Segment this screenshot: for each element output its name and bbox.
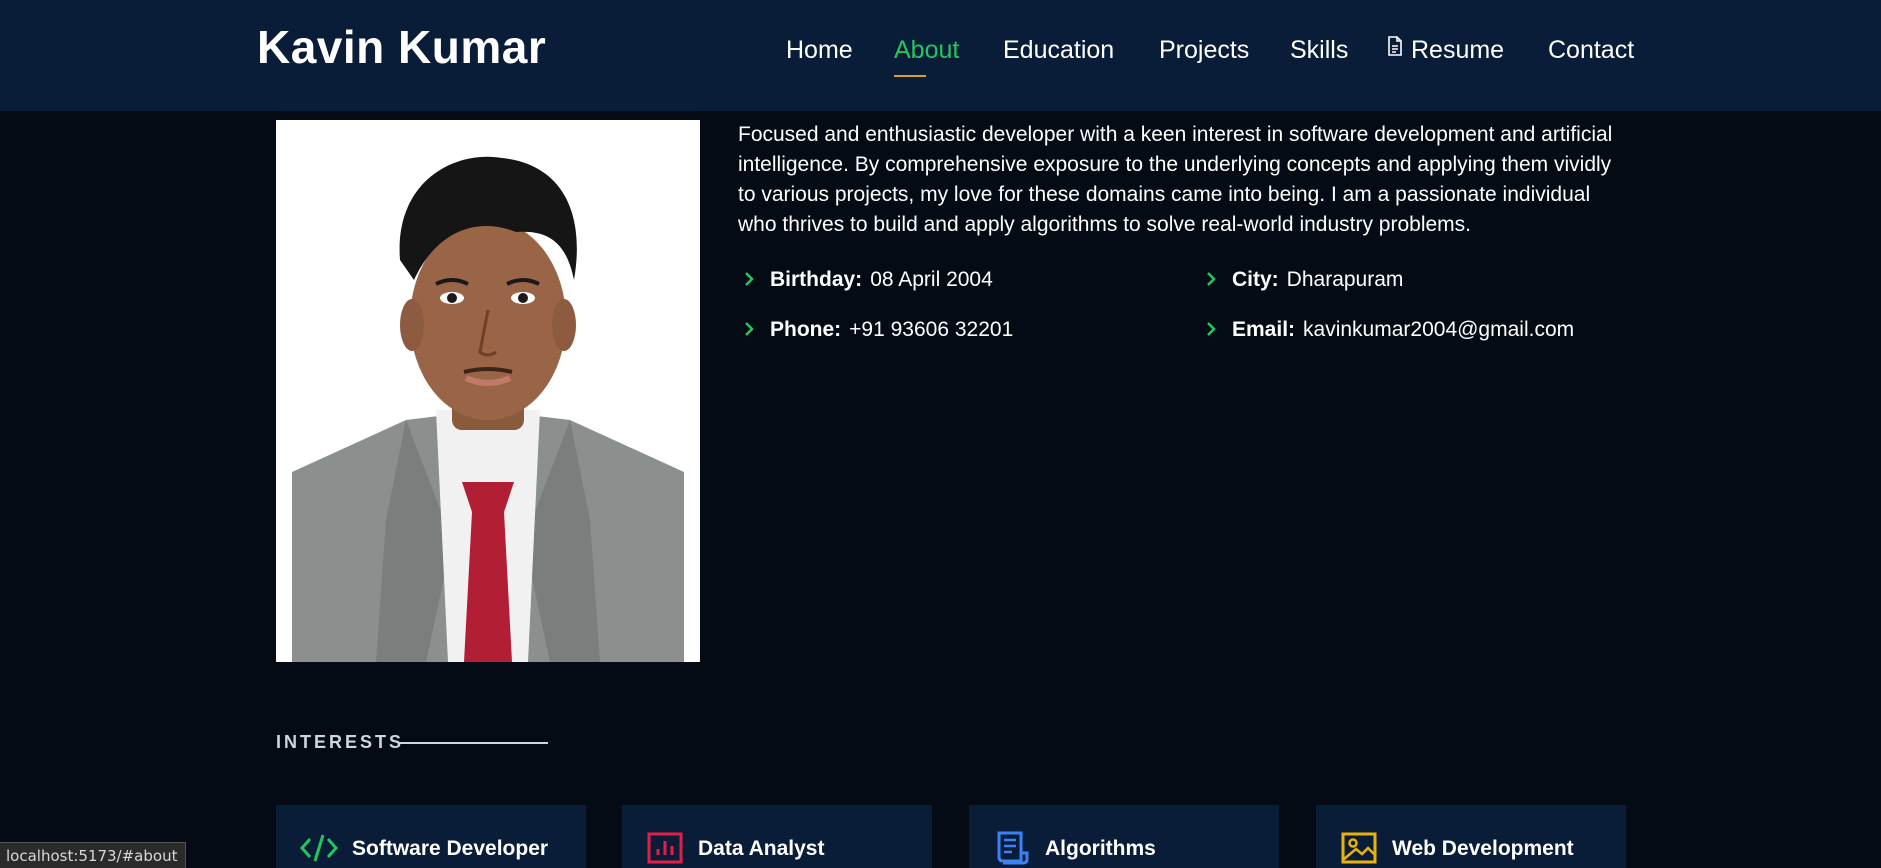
info-phone: Phone: +91 93606 32201 — [744, 318, 1013, 342]
nav-education[interactable]: Education — [1003, 36, 1114, 65]
email-value: kavinkumar2004@gmail.com — [1303, 318, 1575, 341]
chevron-right-icon — [745, 322, 754, 336]
interest-label: Data Analyst — [698, 837, 825, 860]
chevron-right-icon — [745, 272, 754, 286]
interest-card-web-development[interactable]: Web Development — [1316, 805, 1626, 868]
phone-value: +91 93606 32201 — [849, 318, 1014, 341]
site-header: Kavin Kumar Home About Education Project… — [0, 0, 1881, 111]
interest-card-data-analyst[interactable]: Data Analyst — [622, 805, 932, 868]
receipt-icon — [997, 831, 1029, 865]
profile-photo — [276, 120, 700, 662]
birthday-value: 08 April 2004 — [870, 268, 993, 291]
chevron-right-icon — [1207, 272, 1216, 286]
bio-text: Focused and enthusiastic developer with … — [738, 123, 1613, 236]
email-label: Email: — [1232, 318, 1296, 341]
nav-about[interactable]: About — [894, 36, 959, 65]
chevron-right-icon — [1207, 322, 1216, 336]
nav-resume[interactable]: Resume — [1387, 36, 1504, 65]
main-nav: Home About Education Projects Skills Res… — [0, 36, 1881, 76]
birthday-label: Birthday: — [770, 268, 863, 291]
city-value: Dharapuram — [1286, 268, 1404, 291]
browser-status-url: localhost:5173/#about — [0, 842, 187, 868]
image-icon — [1341, 832, 1377, 864]
interest-card-software-developer[interactable]: Software Developer — [276, 805, 586, 868]
active-nav-underline — [894, 75, 926, 77]
interests-divider — [398, 742, 548, 744]
bar-chart-icon — [647, 832, 683, 864]
code-icon — [300, 834, 338, 862]
nav-projects[interactable]: Projects — [1159, 36, 1249, 65]
nav-contact[interactable]: Contact — [1548, 36, 1634, 65]
info-city: City: Dharapuram — [1206, 268, 1403, 292]
document-icon — [1388, 36, 1402, 56]
nav-skills[interactable]: Skills — [1290, 36, 1348, 65]
info-birthday: Birthday: 08 April 2004 — [744, 268, 993, 292]
nav-home[interactable]: Home — [786, 36, 853, 65]
interest-card-algorithms[interactable]: Algorithms — [969, 805, 1279, 868]
interest-label: Software Developer — [352, 837, 549, 860]
interest-label: Algorithms — [1045, 837, 1156, 860]
interest-label: Web Development — [1392, 837, 1574, 860]
interests-heading: INTERESTS — [276, 732, 405, 752]
phone-label: Phone: — [770, 318, 842, 341]
city-label: City: — [1232, 268, 1279, 291]
nav-resume-label: Resume — [1411, 36, 1505, 64]
info-email: Email: kavinkumar2004@gmail.com — [1206, 318, 1574, 342]
